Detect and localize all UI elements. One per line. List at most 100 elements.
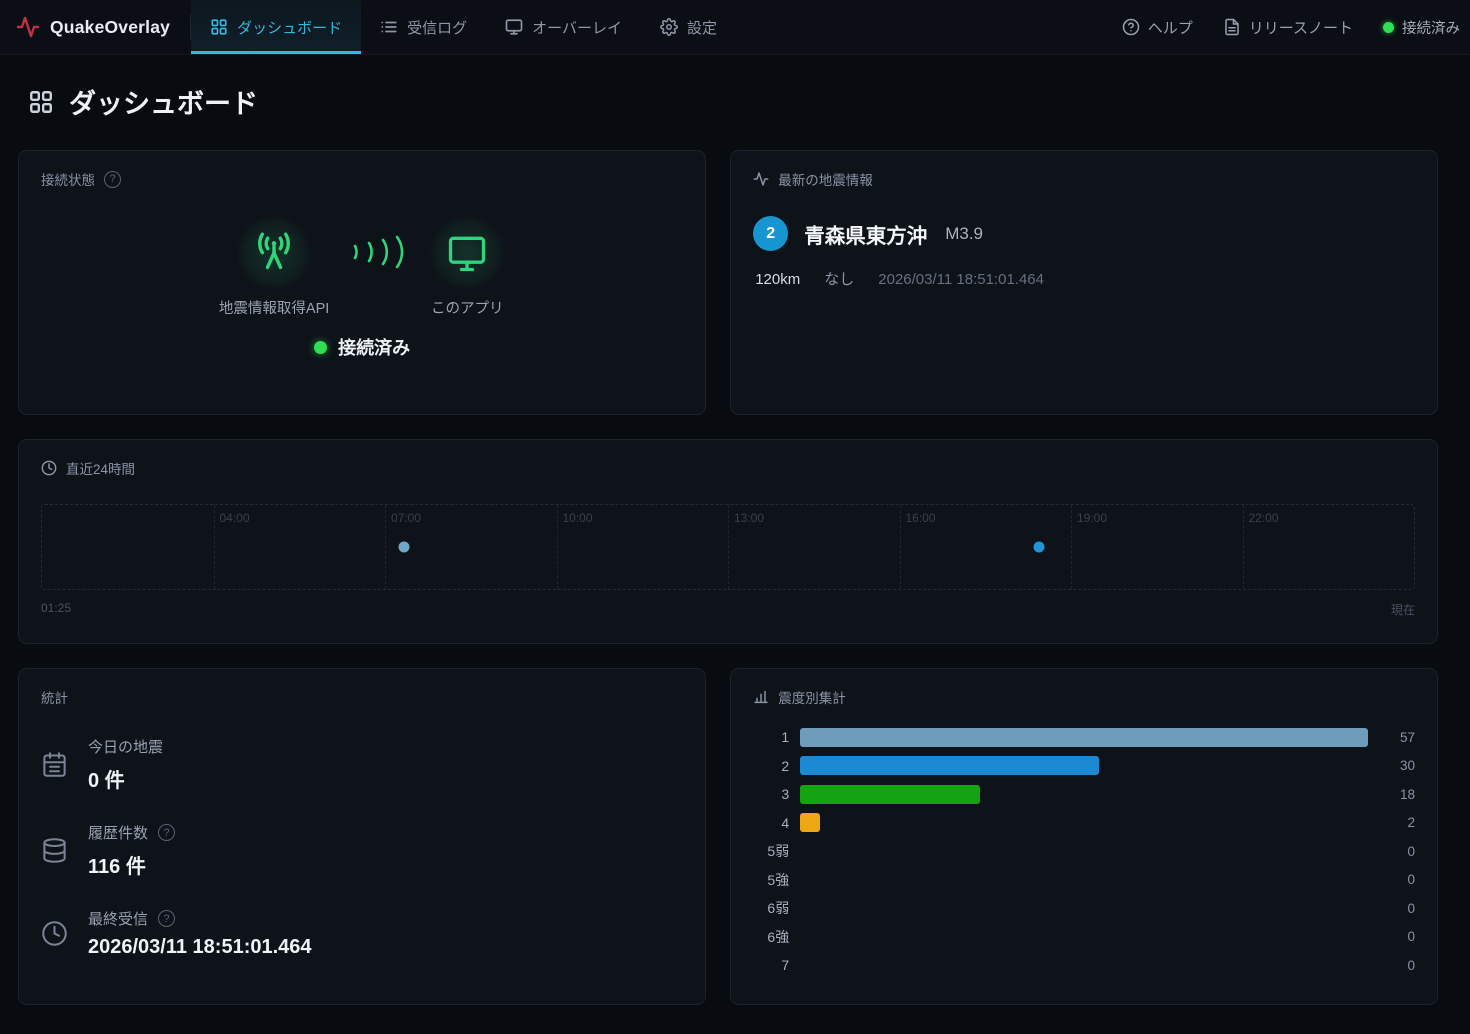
card-title-row: 直近24時間	[41, 458, 1415, 478]
quake-magnitude: M3.9	[945, 224, 983, 244]
chart-row: 5強 0	[753, 866, 1415, 895]
tab-label: 受信ログ	[407, 17, 467, 38]
header-connection-status: 接続済み	[1383, 17, 1460, 38]
chart-bar-track	[800, 956, 1368, 975]
card-title-text: 統計	[41, 687, 68, 707]
stat-value: 2026/03/11 18:51:01.464	[88, 936, 312, 959]
chart-value-label: 0	[1379, 844, 1415, 859]
connection-status-row: 接続済み	[314, 334, 410, 360]
card-title-row: 統計	[41, 687, 683, 707]
quake-epicenter: 青森県東方沖	[804, 219, 927, 249]
chart-category-label: 5強	[753, 870, 789, 890]
chart-value-label: 2	[1379, 815, 1415, 830]
header: QuakeOverlay ダッシュボード 受信ログ オーバーレイ 設定	[0, 0, 1470, 55]
page-title: ダッシュボード	[28, 82, 1438, 121]
timeline-card: 直近24時間 04:0007:0010:0013:0016:0019:0022:…	[18, 439, 1438, 644]
intensity-chart-card: 震度別集計 157230318425弱05強06弱06強070	[730, 668, 1438, 1005]
chart-category-label: 5弱	[753, 841, 789, 861]
tab-receive-log[interactable]: 受信ログ	[361, 0, 486, 54]
timeline-tick-label: 07:00	[391, 511, 421, 525]
chart-bar	[800, 785, 979, 804]
help-circle-icon	[1122, 18, 1140, 36]
chart-row: 6強 0	[753, 923, 1415, 952]
dashboard-grid: 接続状態 ?	[18, 150, 1438, 1005]
timeline-event-dot[interactable]	[399, 542, 410, 553]
help-icon[interactable]: ?	[104, 171, 121, 188]
timeline-gridline: 07:00	[385, 505, 386, 589]
connection-diagram-row: 地震情報取得API このアプリ	[219, 215, 505, 318]
database-icon	[41, 837, 68, 864]
chart-bar-track	[800, 785, 1368, 804]
tab-dashboard[interactable]: ダッシュボード	[191, 0, 361, 54]
timeline-gridline: 13:00	[728, 505, 729, 589]
chart-category-label: 6強	[753, 927, 789, 947]
chart-row: 230	[753, 752, 1415, 781]
timeline-gridline: 19:00	[1071, 505, 1072, 589]
list-icon	[380, 18, 398, 36]
connected-status-label: 接続済み	[1402, 17, 1460, 38]
signal-waves-icon	[347, 223, 411, 281]
quake-depth: 120km	[755, 271, 800, 288]
chart-row: 157	[753, 723, 1415, 752]
quake-meta-row: 120km なし 2026/03/11 18:51:01.464	[755, 268, 1415, 289]
stat-row-last-received: 最終受信 ? 2026/03/11 18:51:01.464	[41, 908, 683, 959]
page-title-text: ダッシュボード	[69, 82, 258, 121]
header-actions: ヘルプ リリースノート 接続済み	[1122, 0, 1470, 54]
connected-status-dot	[314, 341, 327, 354]
chart-row: 5弱 0	[753, 837, 1415, 866]
release-notes-label: リリースノート	[1249, 17, 1353, 38]
chart-value-label: 0	[1379, 901, 1415, 916]
timeline-end-label: 現在	[1391, 601, 1415, 618]
broadcast-antenna-icon	[251, 230, 297, 276]
chart-category-label: 7	[753, 957, 789, 973]
chart-category-label: 6弱	[753, 898, 789, 918]
tab-overlay[interactable]: オーバーレイ	[486, 0, 641, 54]
chart-bar-track	[800, 813, 1368, 832]
clock-icon	[41, 920, 68, 947]
stat-label-row: 履歴件数 ?	[88, 822, 175, 843]
main-content: ダッシュボード 接続状態 ?	[0, 82, 1470, 1005]
timeline-tick-label: 04:00	[220, 511, 250, 525]
tab-label: 設定	[687, 17, 717, 38]
card-title-text: 接続状態	[41, 169, 95, 189]
help-icon[interactable]: ?	[158, 824, 175, 841]
quake-timestamp: 2026/03/11 18:51:01.464	[878, 271, 1044, 288]
card-title-text: 震度別集計	[778, 687, 846, 707]
chart-value-label: 0	[1379, 872, 1415, 887]
calendar-icon	[41, 751, 68, 778]
help-icon[interactable]: ?	[158, 910, 175, 927]
chart-value-label: 0	[1379, 929, 1415, 944]
tab-label: オーバーレイ	[532, 17, 622, 38]
timeline-tick-label: 19:00	[1077, 511, 1107, 525]
connected-status-dot	[1383, 22, 1394, 33]
chart-value-label: 18	[1379, 787, 1415, 802]
quake-tsunami: なし	[824, 268, 854, 289]
stat-label-row: 今日の地震	[88, 736, 163, 757]
timeline-event-dot[interactable]	[1034, 542, 1045, 553]
chart-row: 318	[753, 780, 1415, 809]
timeline-track: 04:0007:0010:0013:0016:0019:0022:00	[41, 504, 1415, 590]
monitor-icon-glow	[429, 215, 505, 291]
card-title-row: 震度別集計	[753, 687, 1415, 707]
stat-label: 今日の地震	[88, 736, 163, 757]
chart-row: 70	[753, 951, 1415, 980]
tab-settings[interactable]: 設定	[641, 0, 736, 54]
timeline-gridline: 04:00	[214, 505, 215, 589]
help-button[interactable]: ヘルプ	[1122, 17, 1193, 38]
stat-row-history: 履歴件数 ? 116 件	[41, 822, 683, 879]
app-node: このアプリ	[429, 215, 505, 318]
stat-label-row: 最終受信 ?	[88, 908, 312, 929]
card-title-text: 直近24時間	[66, 458, 135, 478]
chart-category-label: 2	[753, 758, 789, 774]
chart-bar	[800, 813, 820, 832]
stat-row-today: 今日の地震 0 件	[41, 736, 683, 793]
chart-bar-track	[800, 842, 1368, 861]
timeline-start-label: 01:25	[41, 601, 71, 618]
chart-bar-track	[800, 870, 1368, 889]
tab-label: ダッシュボード	[237, 17, 342, 38]
chart-value-label: 0	[1379, 958, 1415, 973]
release-notes-button[interactable]: リリースノート	[1223, 17, 1353, 38]
stat-content: 履歴件数 ? 116 件	[88, 822, 175, 879]
chart-value-label: 57	[1379, 730, 1415, 745]
timeline-tick-label: 22:00	[1249, 511, 1279, 525]
